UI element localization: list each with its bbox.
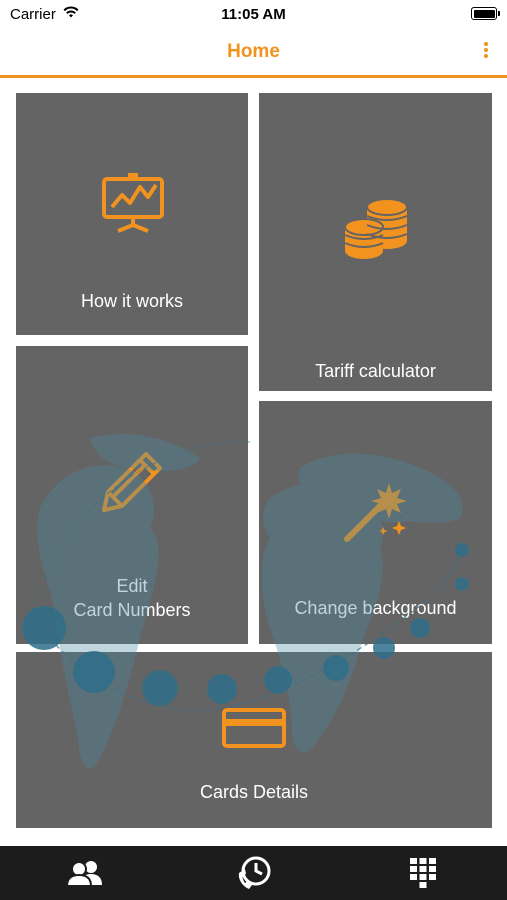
how-it-works-tile[interactable]: How it works xyxy=(16,93,248,335)
change-background-label: Change background xyxy=(294,598,457,618)
tab-dialpad[interactable] xyxy=(338,846,507,900)
battery-icon xyxy=(471,7,500,20)
home-grid: How it works Tariff calculator Edit Card… xyxy=(0,78,507,846)
presentation-chart-icon xyxy=(102,173,164,233)
dialpad-icon xyxy=(409,858,436,888)
edit-card-numbers-tile[interactable]: Edit Card Numbers xyxy=(16,346,248,644)
cards-details-label: Cards Details xyxy=(199,782,309,802)
call-history-icon xyxy=(238,856,270,889)
tariff-calculator-label: Tariff calculator xyxy=(315,361,436,381)
bottom-tab-bar xyxy=(0,846,507,900)
edit-label-line1: Edit xyxy=(116,576,148,596)
tariff-calculator-tile[interactable]: Tariff calculator xyxy=(259,93,492,391)
cards-details-tile[interactable]: Cards Details xyxy=(16,652,492,828)
credit-card-icon xyxy=(222,708,286,748)
more-vertical-icon[interactable] xyxy=(483,42,489,60)
contacts-icon xyxy=(65,861,102,887)
page-title: Home xyxy=(227,41,280,62)
coins-icon xyxy=(344,198,408,259)
tab-call-history[interactable] xyxy=(169,846,338,900)
status-bar: Carrier 11:05 AM xyxy=(0,0,507,30)
how-it-works-label: How it works xyxy=(80,291,183,311)
nav-bar: Home xyxy=(0,30,507,78)
pencil-icon xyxy=(102,452,162,512)
edit-card-numbers-label: Edit Card Numbers xyxy=(16,574,248,622)
edit-label-line2: Card Numbers xyxy=(73,600,191,620)
magic-wand-icon xyxy=(344,483,407,542)
status-time: 11:05 AM xyxy=(221,6,286,23)
tab-contacts[interactable] xyxy=(0,846,169,900)
change-background-tile[interactable]: Change background xyxy=(259,401,492,644)
